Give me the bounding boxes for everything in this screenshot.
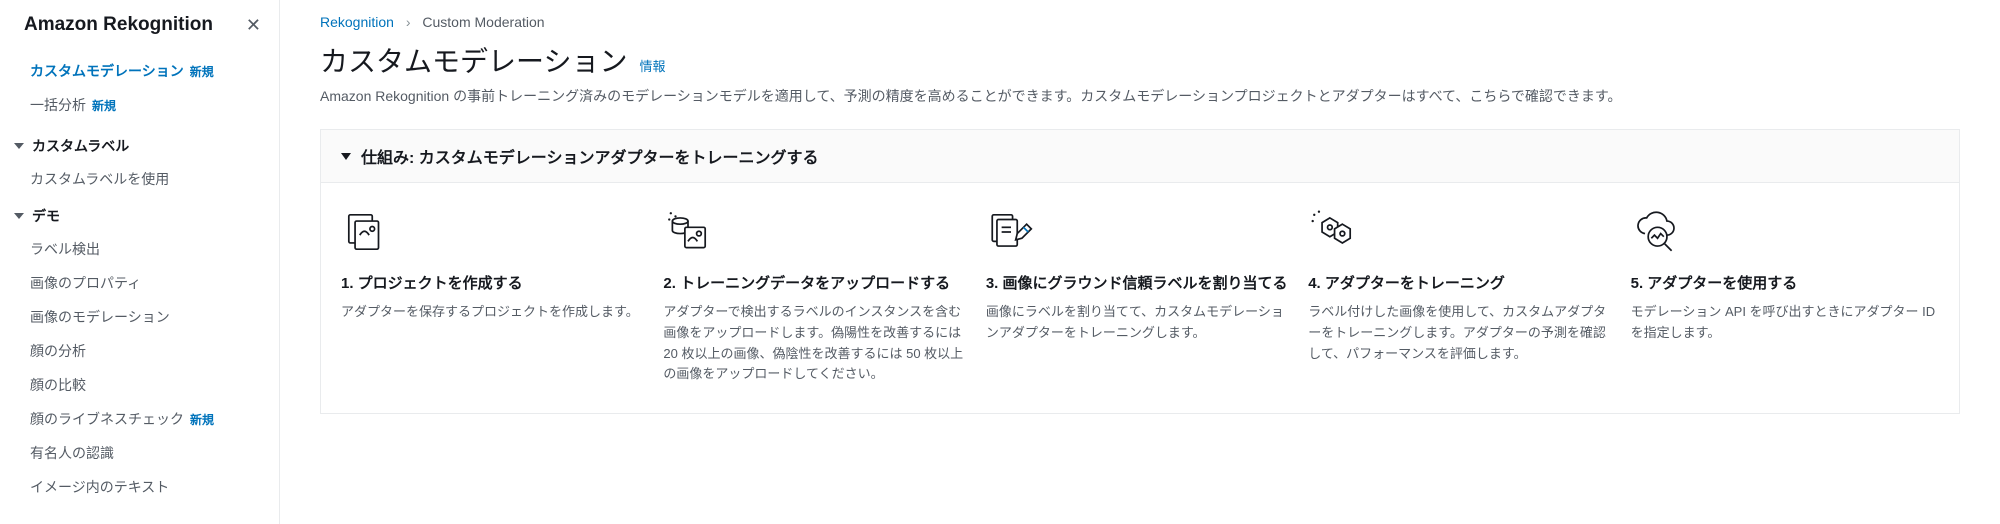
caret-down-icon (14, 143, 24, 149)
sidebar-section-label: カスタムラベル (32, 136, 129, 156)
sidebar-item-image-properties[interactable]: 画像のプロパティ (0, 266, 279, 300)
close-icon[interactable]: ✕ (246, 15, 261, 36)
sidebar-section-label: デモ (32, 206, 60, 226)
sidebar-item-label-detection[interactable]: ラベル検出 (0, 232, 279, 266)
sidebar-item-label: 画像のモデレーション (30, 307, 170, 327)
new-badge: 新規 (92, 97, 116, 114)
sidebar-top-group: カスタムモデレーション 新規 一括分析 新規 (0, 50, 279, 126)
step-title: 1. プロジェクトを作成する (341, 273, 649, 294)
page-description: Amazon Rekognition の事前トレーニング済みのモデレーションモデ… (320, 86, 1960, 107)
sidebar-item-label: 顔の分析 (30, 341, 86, 361)
step-desc: アダプターを保存するプロジェクトを作成します。 (341, 302, 649, 323)
sidebar-item-label: 画像のプロパティ (30, 273, 141, 293)
sidebar-item-label: 一括分析 (30, 95, 86, 115)
panel-title: 仕組み: カスタムモデレーションアダプターをトレーニングする (361, 144, 818, 168)
step-title: 4. アダプターをトレーニング (1308, 273, 1616, 294)
sidebar: Amazon Rekognition ✕ カスタムモデレーション 新規 一括分析… (0, 0, 280, 524)
step-title: 3. 画像にグラウンド信頼ラベルを割り当てる (986, 273, 1294, 294)
sidebar-item-label: イメージ内のテキスト (30, 477, 169, 497)
sidebar-item-custom-moderation[interactable]: カスタムモデレーション 新規 (0, 54, 279, 88)
breadcrumb: Rekognition › Custom Moderation (320, 14, 1960, 30)
steps-row: 1. プロジェクトを作成する アダプターを保存するプロジェクトを作成します。 (321, 183, 1959, 413)
step-desc: ラベル付けした画像を使用して、カスタムアダプターをトレーニングします。アダプター… (1308, 302, 1616, 364)
sidebar-item-label: 有名人の認識 (30, 443, 114, 463)
step-title: 2. トレーニングデータをアップロードする (663, 273, 971, 294)
breadcrumb-root[interactable]: Rekognition (320, 14, 394, 30)
sidebar-item-label: 顔の比較 (30, 375, 86, 395)
sidebar-title: Amazon Rekognition (24, 14, 213, 36)
new-badge: 新規 (190, 411, 214, 428)
sidebar-section-custom-labels[interactable]: カスタムラベル (0, 126, 279, 162)
sidebar-item-face-liveness[interactable]: 顔のライブネスチェック 新規 (0, 402, 279, 436)
step-desc: 画像にラベルを割り当てて、カスタムモデレーションアダプターをトレーニングします。 (986, 302, 1294, 344)
sidebar-item-image-moderation[interactable]: 画像のモデレーション (0, 300, 279, 334)
chevron-right-icon: › (406, 14, 411, 30)
sidebar-item-label: カスタムラベルを使用 (30, 169, 169, 189)
label-pencil-icon (986, 207, 1294, 259)
cloud-analyze-icon (1631, 207, 1939, 259)
sidebar-item-label: ラベル検出 (30, 239, 100, 259)
sidebar-item-label: 顔のライブネスチェック (30, 409, 184, 429)
sidebar-header: Amazon Rekognition ✕ (0, 14, 279, 50)
how-it-works-panel: 仕組み: カスタムモデレーションアダプターをトレーニングする 1. プロジェクト… (320, 129, 1960, 414)
step-desc: モデレーション API を呼び出すときにアダプター ID を指定します。 (1631, 302, 1939, 344)
caret-down-icon (341, 153, 351, 160)
sidebar-item-bulk-analysis[interactable]: 一括分析 新規 (0, 88, 279, 122)
step-desc: アダプターで検出するラベルのインスタンスを含む画像をアップロードします。偽陽性を… (663, 302, 971, 385)
sidebar-item-celebrity-recognition[interactable]: 有名人の認識 (0, 436, 279, 470)
step-train-adapter: 4. アダプターをトレーニング ラベル付けした画像を使用して、カスタムアダプター… (1308, 207, 1616, 385)
breadcrumb-current: Custom Moderation (422, 14, 544, 30)
sidebar-item-facial-analysis[interactable]: 顔の分析 (0, 334, 279, 368)
caret-down-icon (14, 213, 24, 219)
sidebar-item-label: カスタムモデレーション (30, 61, 184, 81)
step-use-adapter: 5. アダプターを使用する モデレーション API を呼び出すときにアダプター … (1631, 207, 1939, 385)
database-images-icon (663, 207, 971, 259)
panel-header[interactable]: 仕組み: カスタムモデレーションアダプターをトレーニングする (321, 130, 1959, 183)
new-badge: 新規 (190, 63, 214, 80)
step-create-project: 1. プロジェクトを作成する アダプターを保存するプロジェクトを作成します。 (341, 207, 649, 385)
page-title-row: カスタムモデレーション 情報 (320, 40, 1960, 80)
sidebar-item-face-comparison[interactable]: 顔の比較 (0, 368, 279, 402)
sidebar-item-use-custom-labels[interactable]: カスタムラベルを使用 (0, 162, 279, 196)
train-network-icon (1308, 207, 1616, 259)
step-upload-training-data: 2. トレーニングデータをアップロードする アダプターで検出するラベルのインスタ… (663, 207, 971, 385)
sidebar-section-demo[interactable]: デモ (0, 196, 279, 232)
project-icon (341, 207, 649, 259)
info-link[interactable]: 情報 (639, 56, 665, 75)
sidebar-item-text-in-image[interactable]: イメージ内のテキスト (0, 470, 279, 504)
step-assign-labels: 3. 画像にグラウンド信頼ラベルを割り当てる 画像にラベルを割り当てて、カスタム… (986, 207, 1294, 385)
resize-handle[interactable] (278, 0, 280, 524)
step-title: 5. アダプターを使用する (1631, 273, 1939, 294)
page-title: カスタムモデレーション (320, 40, 627, 80)
main-content: Rekognition › Custom Moderation カスタムモデレー… (280, 0, 2000, 524)
